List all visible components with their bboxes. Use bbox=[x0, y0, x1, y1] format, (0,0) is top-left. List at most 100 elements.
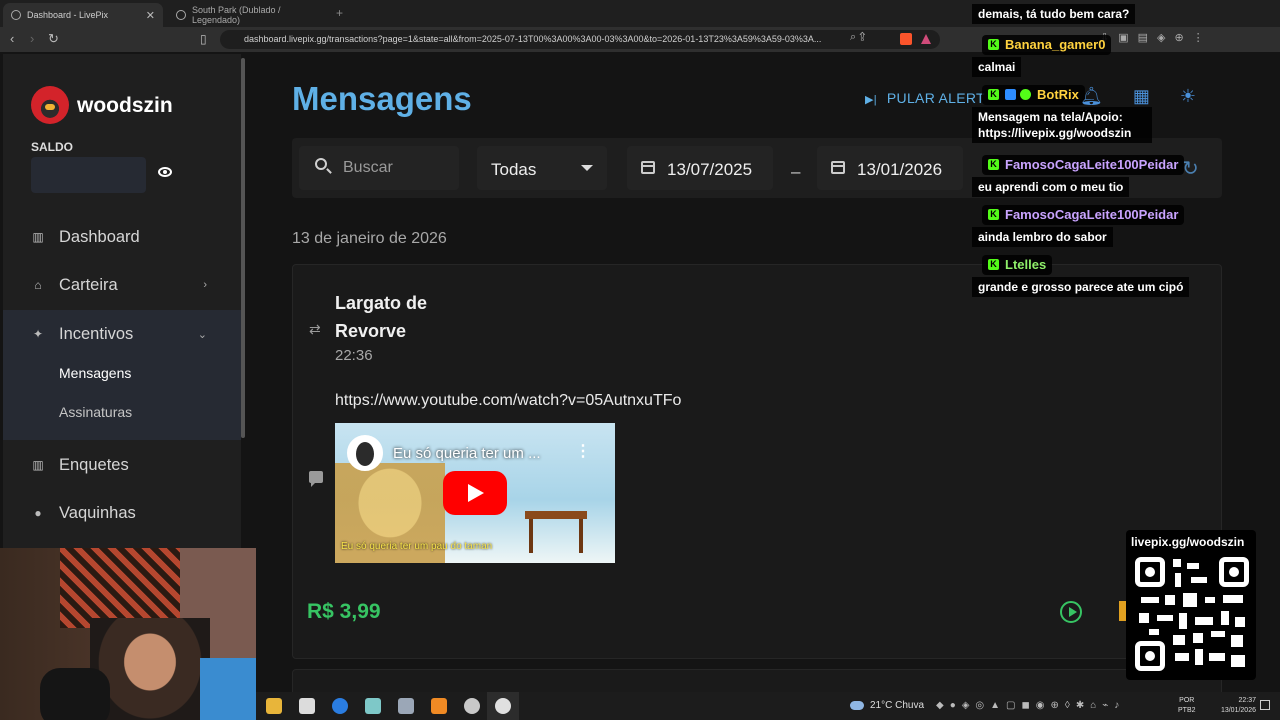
state-select[interactable]: Todas bbox=[477, 146, 607, 190]
sidebar-item-enquetes[interactable]: ▥ Enquetes bbox=[3, 441, 241, 489]
kick-badge-icon: K bbox=[988, 89, 999, 100]
date-heading: 13 de janeiro de 2026 bbox=[292, 230, 447, 247]
message-link[interactable]: https://www.youtube.com/watch?v=05Autnxu… bbox=[335, 392, 681, 410]
avatar bbox=[31, 86, 69, 124]
tab-south-park[interactable]: South Park (Dublado / Legendado) bbox=[168, 3, 328, 27]
sidebar-item-carteira[interactable]: ⌂ Carteira › bbox=[3, 261, 241, 309]
kick-badge-icon: K bbox=[988, 209, 999, 220]
message-amount: R$ 3,99 bbox=[307, 600, 381, 623]
sidebar: woodszin SALDO ▥ Dashboard ⌂ Carteira › … bbox=[3, 54, 241, 549]
balance-label: SALDO bbox=[31, 140, 73, 154]
replay-icon[interactable] bbox=[1060, 601, 1082, 623]
weather-text: 21°C Chuva bbox=[870, 700, 925, 711]
edge-icon[interactable] bbox=[332, 698, 348, 714]
caret-down-icon bbox=[581, 165, 593, 171]
clock-time: 22:37 bbox=[1238, 697, 1256, 704]
calendar-icon bbox=[641, 161, 655, 174]
bell-icon: 🔔︎ bbox=[1080, 86, 1103, 106]
search-box bbox=[299, 146, 459, 190]
sidebar-item-label: Carteira bbox=[59, 275, 118, 294]
livepix-favicon-icon bbox=[11, 10, 21, 20]
chat-text: ainda lembro do sabor bbox=[972, 226, 1113, 247]
more-vert-icon[interactable]: ⋮ bbox=[575, 441, 591, 461]
new-tab-icon[interactable]: + bbox=[336, 6, 343, 20]
system-tray[interactable]: ◆●◈◎▲▢◼◉⊕◊✱⌂⌁♪ bbox=[936, 700, 1125, 711]
chat-username: K Banana_gamer0 bbox=[982, 34, 1112, 55]
url-field[interactable]: dashboard.livepix.gg/transactions?page=1… bbox=[220, 30, 940, 49]
skip-icon: ▶| bbox=[865, 94, 877, 106]
sidebar-item-incentivos[interactable]: ✦ Incentivos ⌄ bbox=[3, 310, 241, 358]
eye-icon[interactable] bbox=[158, 167, 172, 177]
language-indicator[interactable]: POR PTB2 bbox=[1178, 696, 1196, 716]
bookmark-icon[interactable]: ▯ bbox=[200, 32, 207, 46]
chat-message: demais, tá tudo bem cara? bbox=[972, 4, 1280, 24]
taskbar: 21°C Chuva ◆●◈◎▲▢◼◉⊕◊✱⌂⌁♪ POR PTB2 22:37 1… bbox=[256, 692, 1280, 720]
sidebar-subitem-mensagens[interactable]: Mensagens bbox=[59, 365, 131, 381]
qr-finder bbox=[1135, 557, 1165, 587]
chat-text: calmai bbox=[972, 56, 1022, 77]
username: woodszin bbox=[77, 94, 173, 117]
table-image bbox=[525, 511, 587, 553]
zoom-icon[interactable]: ⌕ ⇪ bbox=[850, 31, 865, 44]
clock[interactable]: 22:37 13/01/2026 bbox=[1214, 696, 1256, 716]
notepad-icon[interactable] bbox=[365, 698, 381, 714]
chat-text: demais, tá tudo bem cara? bbox=[972, 4, 1136, 24]
video-title[interactable]: Eu só queria ter um ... bbox=[393, 445, 541, 462]
cloud-icon bbox=[850, 700, 864, 710]
reload-icon[interactable]: ↻ bbox=[48, 31, 59, 47]
youtube-embed[interactable]: Eu só queria ter um ... ⋮ Eu só queria t… bbox=[335, 423, 615, 563]
notification-icon[interactable] bbox=[1260, 700, 1270, 710]
sidebar-item-vaquinhas[interactable]: ● Vaquinhas bbox=[3, 489, 241, 537]
chat-text: Mensagem na tela/Apoio: https://livepix.… bbox=[972, 106, 1152, 143]
sun-icon: ☀ bbox=[1179, 86, 1197, 106]
keyboard-layout: PTB2 bbox=[1178, 707, 1196, 714]
chat-message: K Ltelles grande e grosso parece ate um c… bbox=[972, 254, 1280, 297]
qr-label: livepix.gg/woodszin bbox=[1131, 535, 1245, 549]
youtube-play-icon[interactable] bbox=[443, 471, 507, 515]
incentivos-group: ✦ Incentivos ⌄ Mensagens Assinaturas bbox=[3, 310, 241, 440]
skip-alert-button[interactable]: ▶| PULAR ALERT bbox=[865, 90, 985, 106]
chat-text: eu aprendi com o meu tio bbox=[972, 176, 1130, 197]
sidebar-item-label: Vaquinhas bbox=[59, 503, 136, 522]
qr-finder bbox=[1135, 641, 1165, 671]
file-explorer-icon[interactable] bbox=[266, 698, 282, 714]
vlc-icon[interactable] bbox=[431, 698, 447, 714]
date-from-value: 13/07/2025 bbox=[667, 160, 753, 179]
date-to-field[interactable]: 13/01/2026 bbox=[817, 146, 963, 190]
background-object bbox=[200, 658, 256, 720]
back-icon[interactable]: ‹ bbox=[10, 31, 14, 46]
sidebar-subitem-assinaturas[interactable]: Assinaturas bbox=[59, 404, 132, 420]
window-grille bbox=[60, 548, 180, 628]
forward-icon[interactable]: › bbox=[30, 31, 34, 46]
tab-label: South Park (Dublado / Legendado) bbox=[192, 5, 281, 25]
sidebar-item-label: Incentivos bbox=[59, 324, 134, 343]
state-select-value: Todas bbox=[491, 160, 537, 179]
skip-alert-label: PULAR ALERT bbox=[886, 90, 985, 106]
tab-label: Dashboard - LivePix bbox=[27, 10, 109, 20]
brave-shield-icon[interactable] bbox=[900, 33, 912, 45]
sidebar-item-dashboard[interactable]: ▥ Dashboard bbox=[3, 213, 241, 261]
tab-dashboard[interactable]: Dashboard - LivePix ✕ bbox=[3, 3, 163, 27]
app-icon[interactable] bbox=[398, 698, 414, 714]
app-icon[interactable] bbox=[464, 698, 480, 714]
brave-rewards-icon[interactable] bbox=[921, 34, 931, 44]
chat-username: K FamosoCagaLeite100Peidar bbox=[982, 154, 1185, 175]
close-tab-icon[interactable]: ✕ bbox=[146, 9, 155, 22]
search-input[interactable] bbox=[343, 156, 453, 180]
message-time: 22:36 bbox=[335, 347, 373, 364]
app-icon[interactable] bbox=[299, 698, 315, 714]
bank-icon: ⌂ bbox=[34, 278, 42, 292]
message-card: ⇄ Largato de Revorve 22:36 https://www.y… bbox=[292, 264, 1222, 659]
chat-username: K BotRix bbox=[982, 84, 1085, 105]
obs-icon[interactable] bbox=[495, 698, 511, 714]
bot-badge-icon bbox=[1005, 89, 1016, 100]
chevron-down-icon: ⌄ bbox=[197, 328, 207, 341]
chat-message: K FamosoCagaLeite100Peidar ainda lembro d… bbox=[972, 204, 1280, 247]
date-from-field[interactable]: 13/07/2025 bbox=[627, 146, 773, 190]
piggy-icon: ● bbox=[34, 506, 42, 520]
page-title: Mensagens bbox=[292, 80, 472, 117]
channel-avatar[interactable] bbox=[347, 435, 383, 471]
weather-widget[interactable]: 21°C Chuva bbox=[850, 700, 924, 711]
kick-badge-icon: K bbox=[988, 39, 999, 50]
page-favicon-icon bbox=[176, 10, 186, 20]
